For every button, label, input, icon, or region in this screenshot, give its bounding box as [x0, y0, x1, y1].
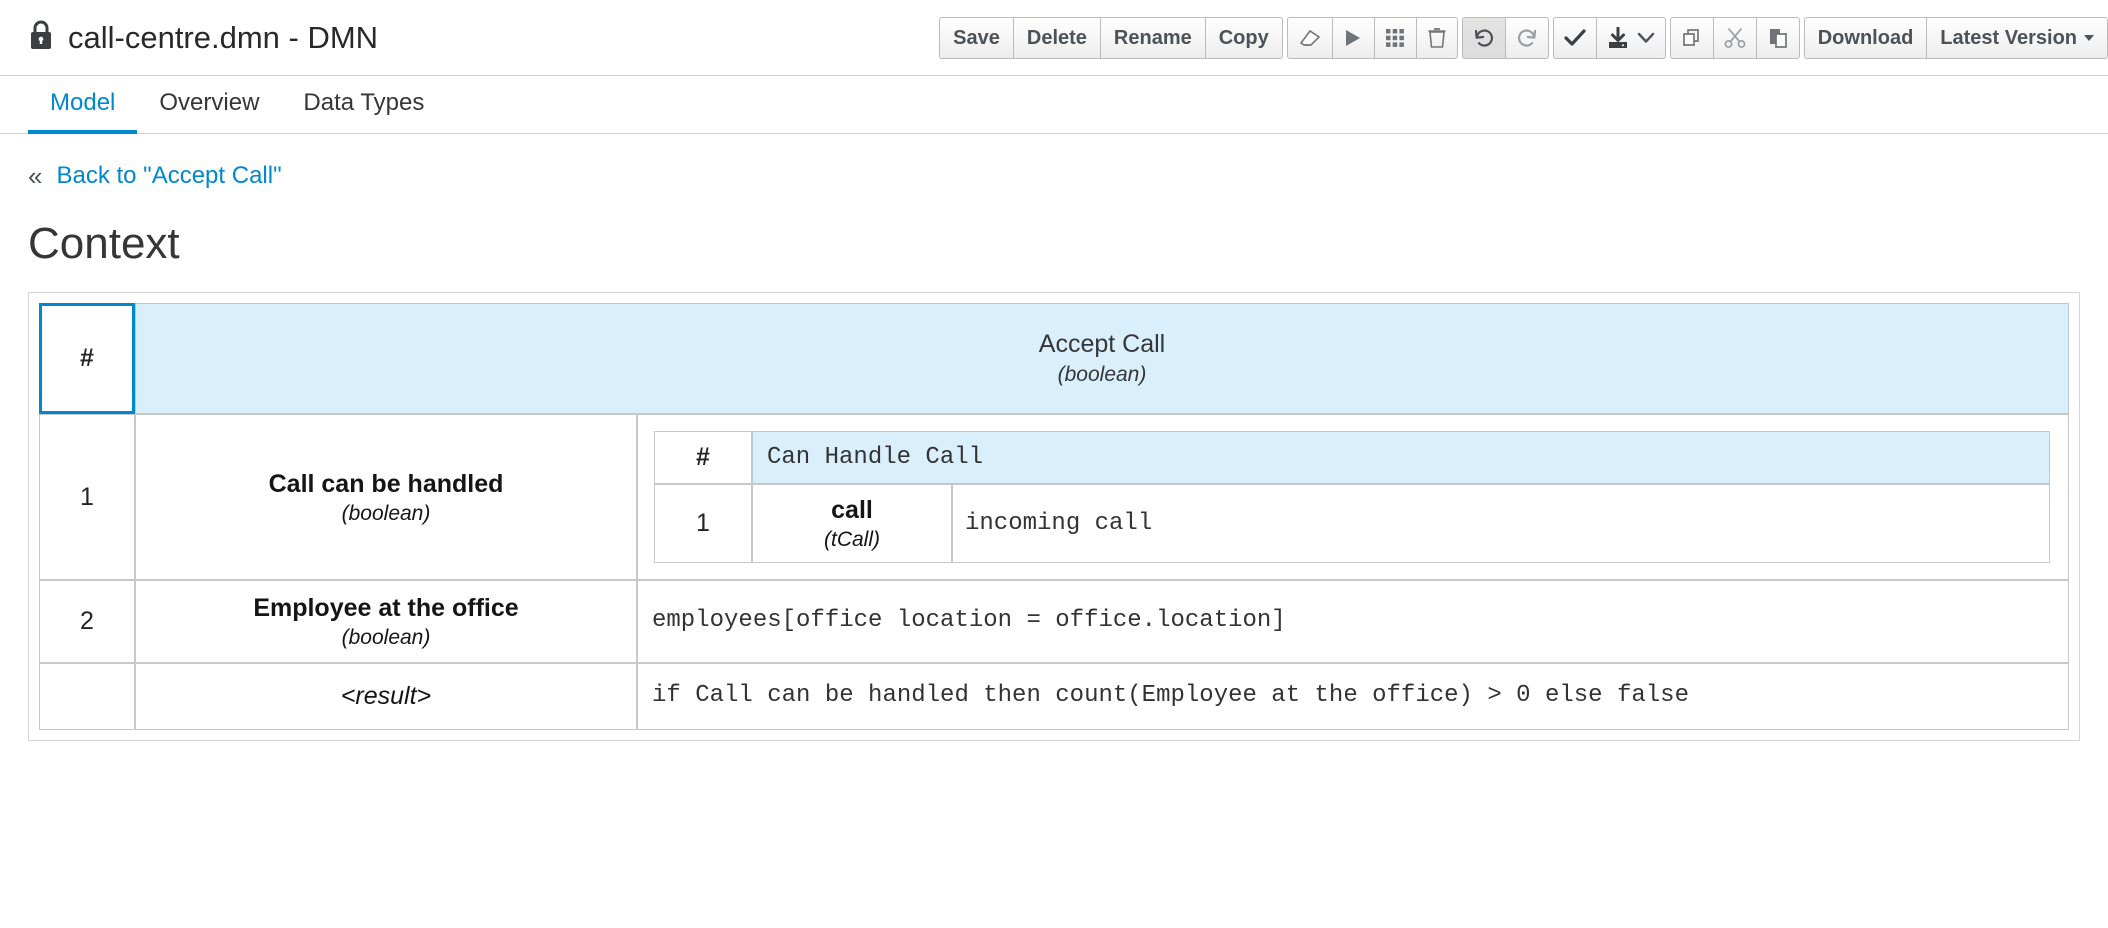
grid-icon — [1385, 28, 1405, 48]
result-expression-cell[interactable]: if Call can be handled then count(Employ… — [637, 663, 2069, 730]
tab-model[interactable]: Model — [28, 76, 138, 134]
eraser-icon — [1298, 28, 1322, 48]
nested-table-row: 1 call (tCall) incoming call — [654, 484, 2050, 564]
context-expression-container: # Accept Call (boolean) 1 Call can be ha… — [28, 292, 2080, 741]
chevron-down-icon — [2084, 35, 2094, 41]
check-icon — [1564, 29, 1586, 47]
row-name-cell[interactable]: Employee at the office (boolean) — [135, 580, 637, 664]
row-index-cell[interactable]: 1 — [39, 414, 135, 581]
toolbar-group-history — [1461, 17, 1549, 59]
tab-overview[interactable]: Overview — [137, 76, 281, 134]
redo-button[interactable] — [1504, 17, 1549, 59]
paste-button[interactable] — [1755, 17, 1800, 59]
delete-button[interactable]: Delete — [1012, 17, 1100, 59]
copy-pages-icon — [1681, 27, 1703, 49]
nested-row-expression-cell[interactable]: incoming call — [952, 484, 2050, 564]
breadcrumb: « Back to "Accept Call" — [28, 162, 2080, 190]
expression-type-title: Context — [28, 219, 180, 268]
latest-version-label: Latest Version — [1940, 27, 2077, 49]
expression-header-cell[interactable]: Accept Call (boolean) — [135, 303, 2069, 415]
row-name: Call can be handled — [268, 469, 504, 498]
play-icon — [1344, 28, 1362, 48]
row-expression-cell[interactable]: # Can Handle Call 1 call (tCall) incomin… — [637, 414, 2069, 581]
table-row: <result> if Call can be handled then cou… — [39, 663, 2069, 730]
context-table: # Accept Call (boolean) 1 Call can be ha… — [39, 303, 2069, 730]
tab-data-types[interactable]: Data Types — [281, 76, 446, 134]
eraser-button[interactable] — [1286, 17, 1332, 59]
save-as-button[interactable] — [1595, 17, 1666, 59]
toolbar-group-validate — [1552, 17, 1666, 59]
editor-content: « Back to "Accept Call" Context # Accept… — [0, 134, 2108, 741]
document-title-group: call-centre.dmn - DMN — [28, 19, 378, 56]
row-type: (boolean) — [341, 626, 431, 650]
row-expression-cell[interactable]: employees[office location = office.locat… — [637, 580, 2069, 664]
toolbar-group-canvas — [1286, 17, 1458, 59]
context-header-row: # Accept Call (boolean) — [39, 303, 2069, 415]
save-button[interactable]: Save — [939, 17, 1013, 59]
grid-button[interactable] — [1373, 17, 1416, 59]
toolbar-group-download: Download Latest Version — [1803, 17, 2108, 59]
result-label: <result> — [340, 681, 432, 710]
toolbar-group-clipboard — [1669, 17, 1800, 59]
undo-button[interactable] — [1461, 17, 1505, 59]
latest-version-button[interactable]: Latest Version — [1926, 17, 2108, 59]
table-row: 1 Call can be handled (boolean) # Can Ha… — [39, 414, 2069, 581]
editor-tabs: Model Overview Data Types — [0, 76, 2108, 134]
redo-icon — [1516, 27, 1538, 49]
trash-button[interactable] — [1415, 17, 1458, 59]
cut-button[interactable] — [1712, 17, 1756, 59]
download-save-icon — [1607, 27, 1629, 49]
page-title: call-centre.dmn - DMN — [68, 19, 379, 55]
nested-context-table: # Can Handle Call 1 call (tCall) incomin… — [654, 431, 2050, 564]
nested-context-container: # Can Handle Call 1 call (tCall) incomin… — [638, 415, 2068, 579]
expression-header-name: Accept Call — [1038, 330, 1166, 359]
lock-icon — [28, 19, 54, 56]
toolbar-group-file: Save Delete Rename Copy — [939, 17, 1283, 59]
trash-icon — [1428, 27, 1446, 49]
expression-header-type: (boolean) — [1057, 363, 1147, 387]
nested-header-expression-cell[interactable]: Can Handle Call — [752, 431, 2050, 485]
scissors-cut-icon — [1724, 27, 1746, 49]
row-name-cell[interactable]: Call can be handled (boolean) — [135, 414, 637, 581]
nested-row-name-cell[interactable]: call (tCall) — [752, 484, 952, 564]
editor-toolbar: Save Delete Rename Copy Download Latest … — [939, 17, 2108, 59]
copy-pages-button[interactable] — [1669, 17, 1713, 59]
paste-icon — [1767, 27, 1789, 49]
nested-header-row: # Can Handle Call — [654, 431, 2050, 485]
row-name: Employee at the office — [253, 594, 519, 623]
index-header-cell[interactable]: # — [39, 303, 135, 415]
undo-icon — [1473, 27, 1495, 49]
rename-button[interactable]: Rename — [1099, 17, 1205, 59]
validate-button[interactable] — [1552, 17, 1596, 59]
table-row: 2 Employee at the office (boolean) emplo… — [39, 580, 2069, 664]
chevron-down-icon — [1637, 32, 1655, 44]
run-button[interactable] — [1331, 17, 1374, 59]
nested-row-type: (tCall) — [824, 528, 880, 552]
back-link[interactable]: Back to "Accept Call" — [56, 162, 281, 190]
double-chevron-left-icon: « — [28, 161, 43, 191]
copy-button[interactable]: Copy — [1204, 17, 1283, 59]
row-index-cell[interactable] — [39, 663, 135, 730]
nested-row-index-cell[interactable]: 1 — [654, 484, 752, 564]
nested-index-header-cell[interactable]: # — [654, 431, 752, 485]
result-name-cell[interactable]: <result> — [135, 663, 637, 730]
app-header: call-centre.dmn - DMN Save Delete Rename… — [0, 0, 2108, 76]
nested-row-name: call — [831, 496, 873, 525]
row-type: (boolean) — [341, 501, 431, 525]
row-index-cell[interactable]: 2 — [39, 580, 135, 664]
download-button[interactable]: Download — [1803, 17, 1927, 59]
